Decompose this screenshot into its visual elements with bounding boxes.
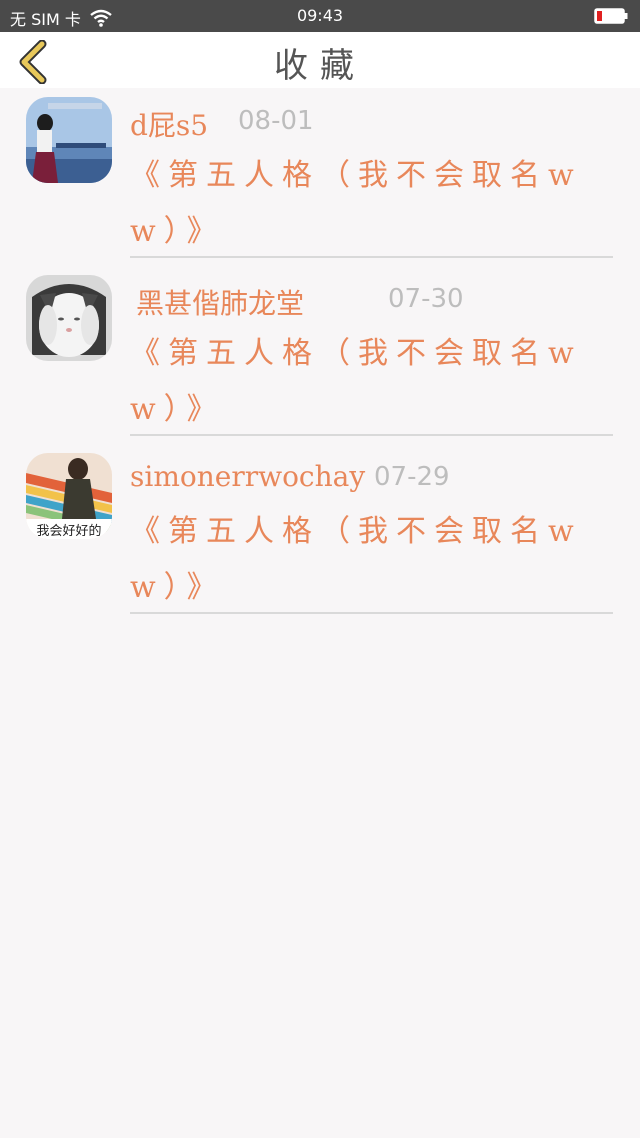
avatar[interactable] [26,97,112,183]
divider [130,612,613,614]
item-date: 07-30 [388,284,464,314]
battery-icon [594,8,628,24]
item-username: d屁s5 [130,109,209,142]
item-date: 07-29 [374,462,450,492]
divider [130,256,613,258]
avatar[interactable]: 我会好好的 [26,453,112,539]
list-item[interactable]: 黑甚偕肺龙堂 07-30 《第五人格（我不会取名ww）》 [0,266,640,444]
header: 收藏 [0,32,640,88]
item-username: 黑甚偕肺龙堂 [136,287,305,320]
avatar[interactable] [26,275,112,361]
status-time: 09:43 [296,6,344,25]
status-bar: 无 SIM 卡 09:43 [0,0,640,32]
list-item[interactable]: 我会好好的 simonerrwochay 07-29 《第五人格（我不会取名ww… [0,444,640,622]
favorites-list: d屁s5 08-01 《第五人格（我不会取名ww）》 黑甚偕肺龙堂 07-30 … [0,88,640,622]
list-item[interactable]: d屁s5 08-01 《第五人格（我不会取名ww）》 [0,88,640,266]
page-title: 收藏 [274,46,366,86]
item-date: 08-01 [238,106,314,136]
item-title[interactable]: 《第五人格（我不会取名ww）》 [130,326,590,438]
divider [130,434,613,436]
item-title[interactable]: 《第五人格（我不会取名ww）》 [130,504,590,616]
item-username: simonerrwochay [130,460,366,493]
avatar-caption: 我会好好的 [36,523,101,539]
item-title[interactable]: 《第五人格（我不会取名ww）》 [130,148,590,260]
